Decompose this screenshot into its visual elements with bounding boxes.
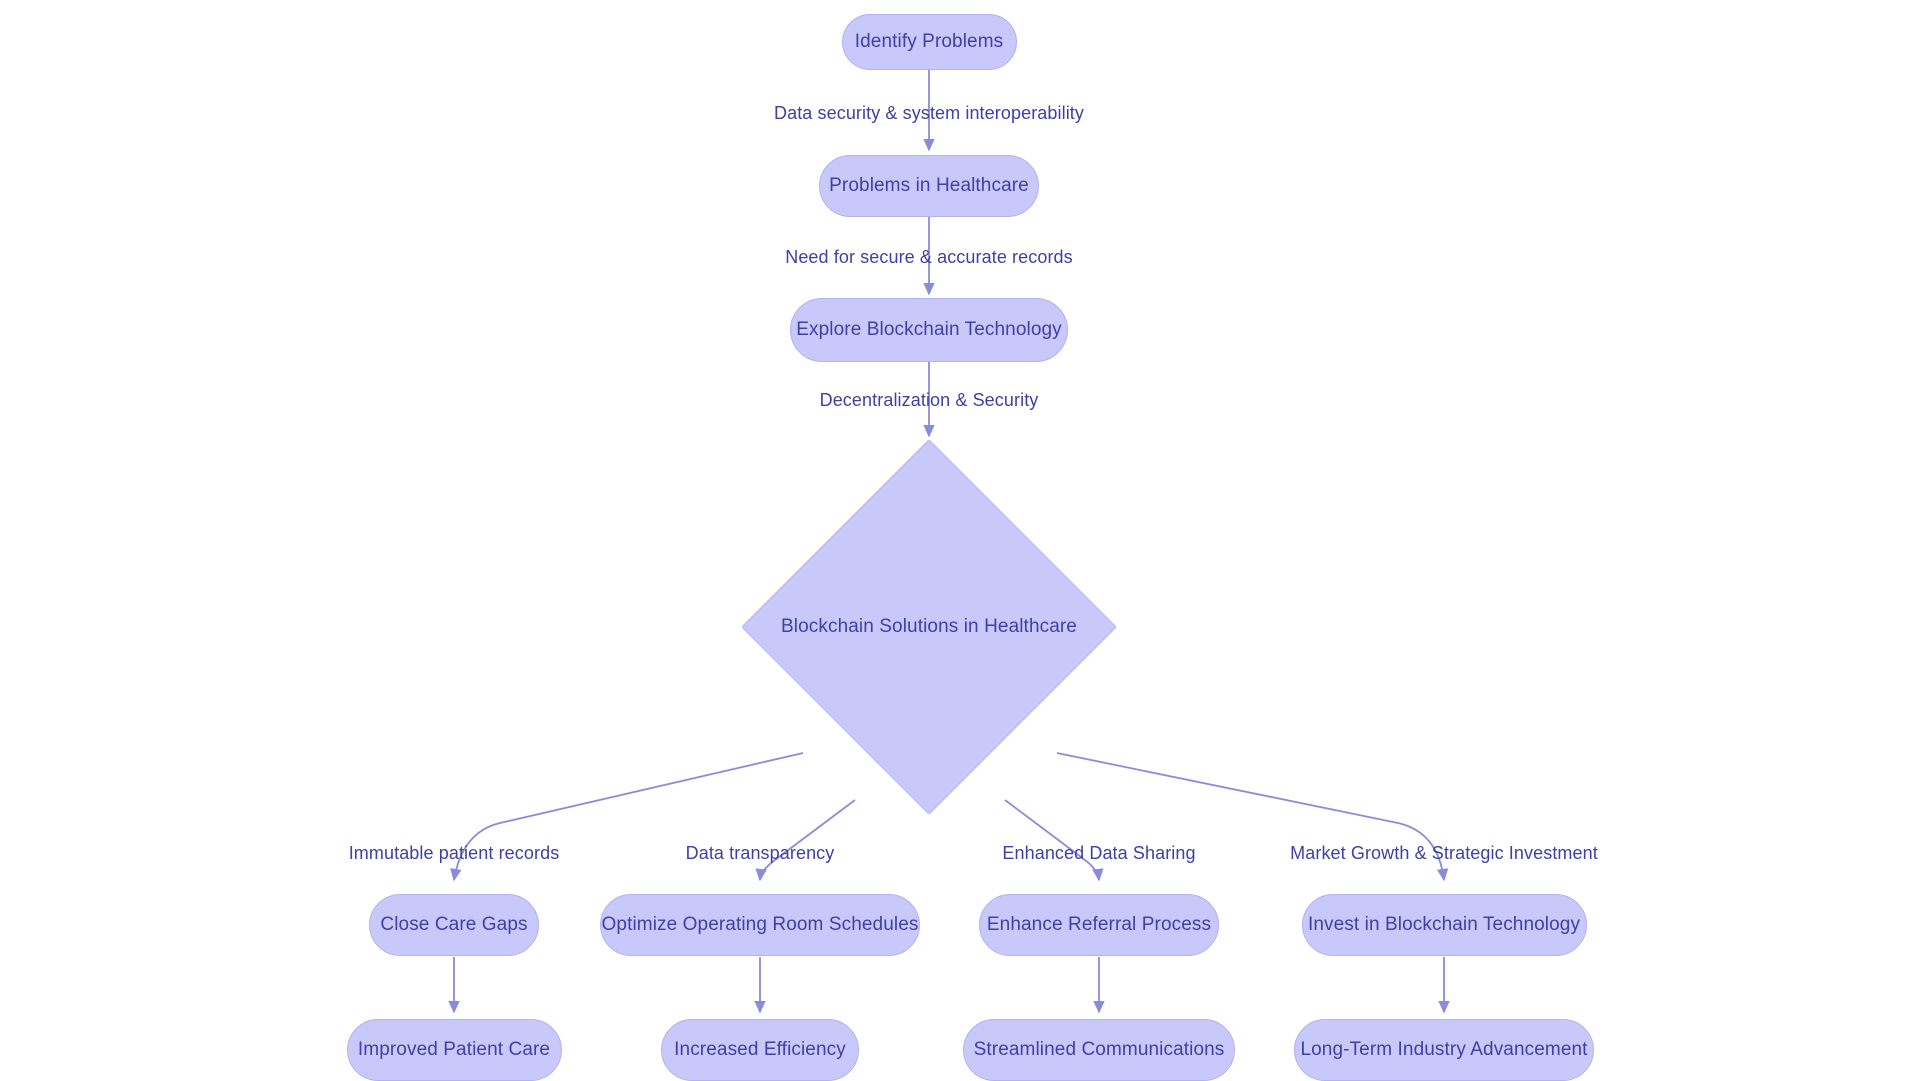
node-label: Blockchain Solutions in Healthcare bbox=[781, 615, 1077, 637]
node-enhance-referral-process[interactable]: Enhance Referral Process bbox=[979, 894, 1219, 956]
node-improved-patient-care[interactable]: Improved Patient Care bbox=[346, 1019, 562, 1081]
node-close-care-gaps[interactable]: Close Care Gaps bbox=[369, 894, 539, 956]
edge-label-need-for-secure-accurate-records: Need for secure & accurate records bbox=[785, 247, 1073, 267]
node-streamlined-communications[interactable]: Streamlined Communications bbox=[963, 1019, 1235, 1081]
node-optimize-operating-room-schedules[interactable]: Optimize Operating Room Schedules bbox=[600, 894, 920, 956]
node-invest-in-blockchain-technology[interactable]: Invest in Blockchain Technology bbox=[1301, 894, 1587, 956]
edge-label-data-security-system-interoperability: Data security & system interoperability bbox=[773, 103, 1085, 123]
node-problems-in-healthcare[interactable]: Problems in Healthcare bbox=[819, 155, 1039, 217]
flowchart-canvas: Identify Problems Problems in Healthcare… bbox=[0, 0, 1920, 1081]
edge-label-decentralization-security: Decentralization & Security bbox=[819, 390, 1039, 410]
node-increased-efficiency[interactable]: Increased Efficiency bbox=[661, 1019, 859, 1081]
edge-label-immutable-patient-records: Immutable patient records bbox=[348, 843, 560, 863]
edge-label-data-transparency: Data transparency bbox=[685, 843, 835, 863]
edge-label-enhanced-data-sharing: Enhanced Data Sharing bbox=[1002, 843, 1196, 863]
node-identify-problems[interactable]: Identify Problems bbox=[841, 14, 1017, 70]
node-explore-blockchain-technology[interactable]: Explore Blockchain Technology bbox=[790, 298, 1068, 362]
edge-label-market-growth-strategic-investment: Market Growth & Strategic Investment bbox=[1290, 843, 1598, 863]
node-blockchain-solutions-in-healthcare[interactable]: Blockchain Solutions in Healthcare bbox=[742, 440, 1116, 814]
node-long-term-industry-advancement[interactable]: Long-Term Industry Advancement bbox=[1294, 1019, 1594, 1081]
